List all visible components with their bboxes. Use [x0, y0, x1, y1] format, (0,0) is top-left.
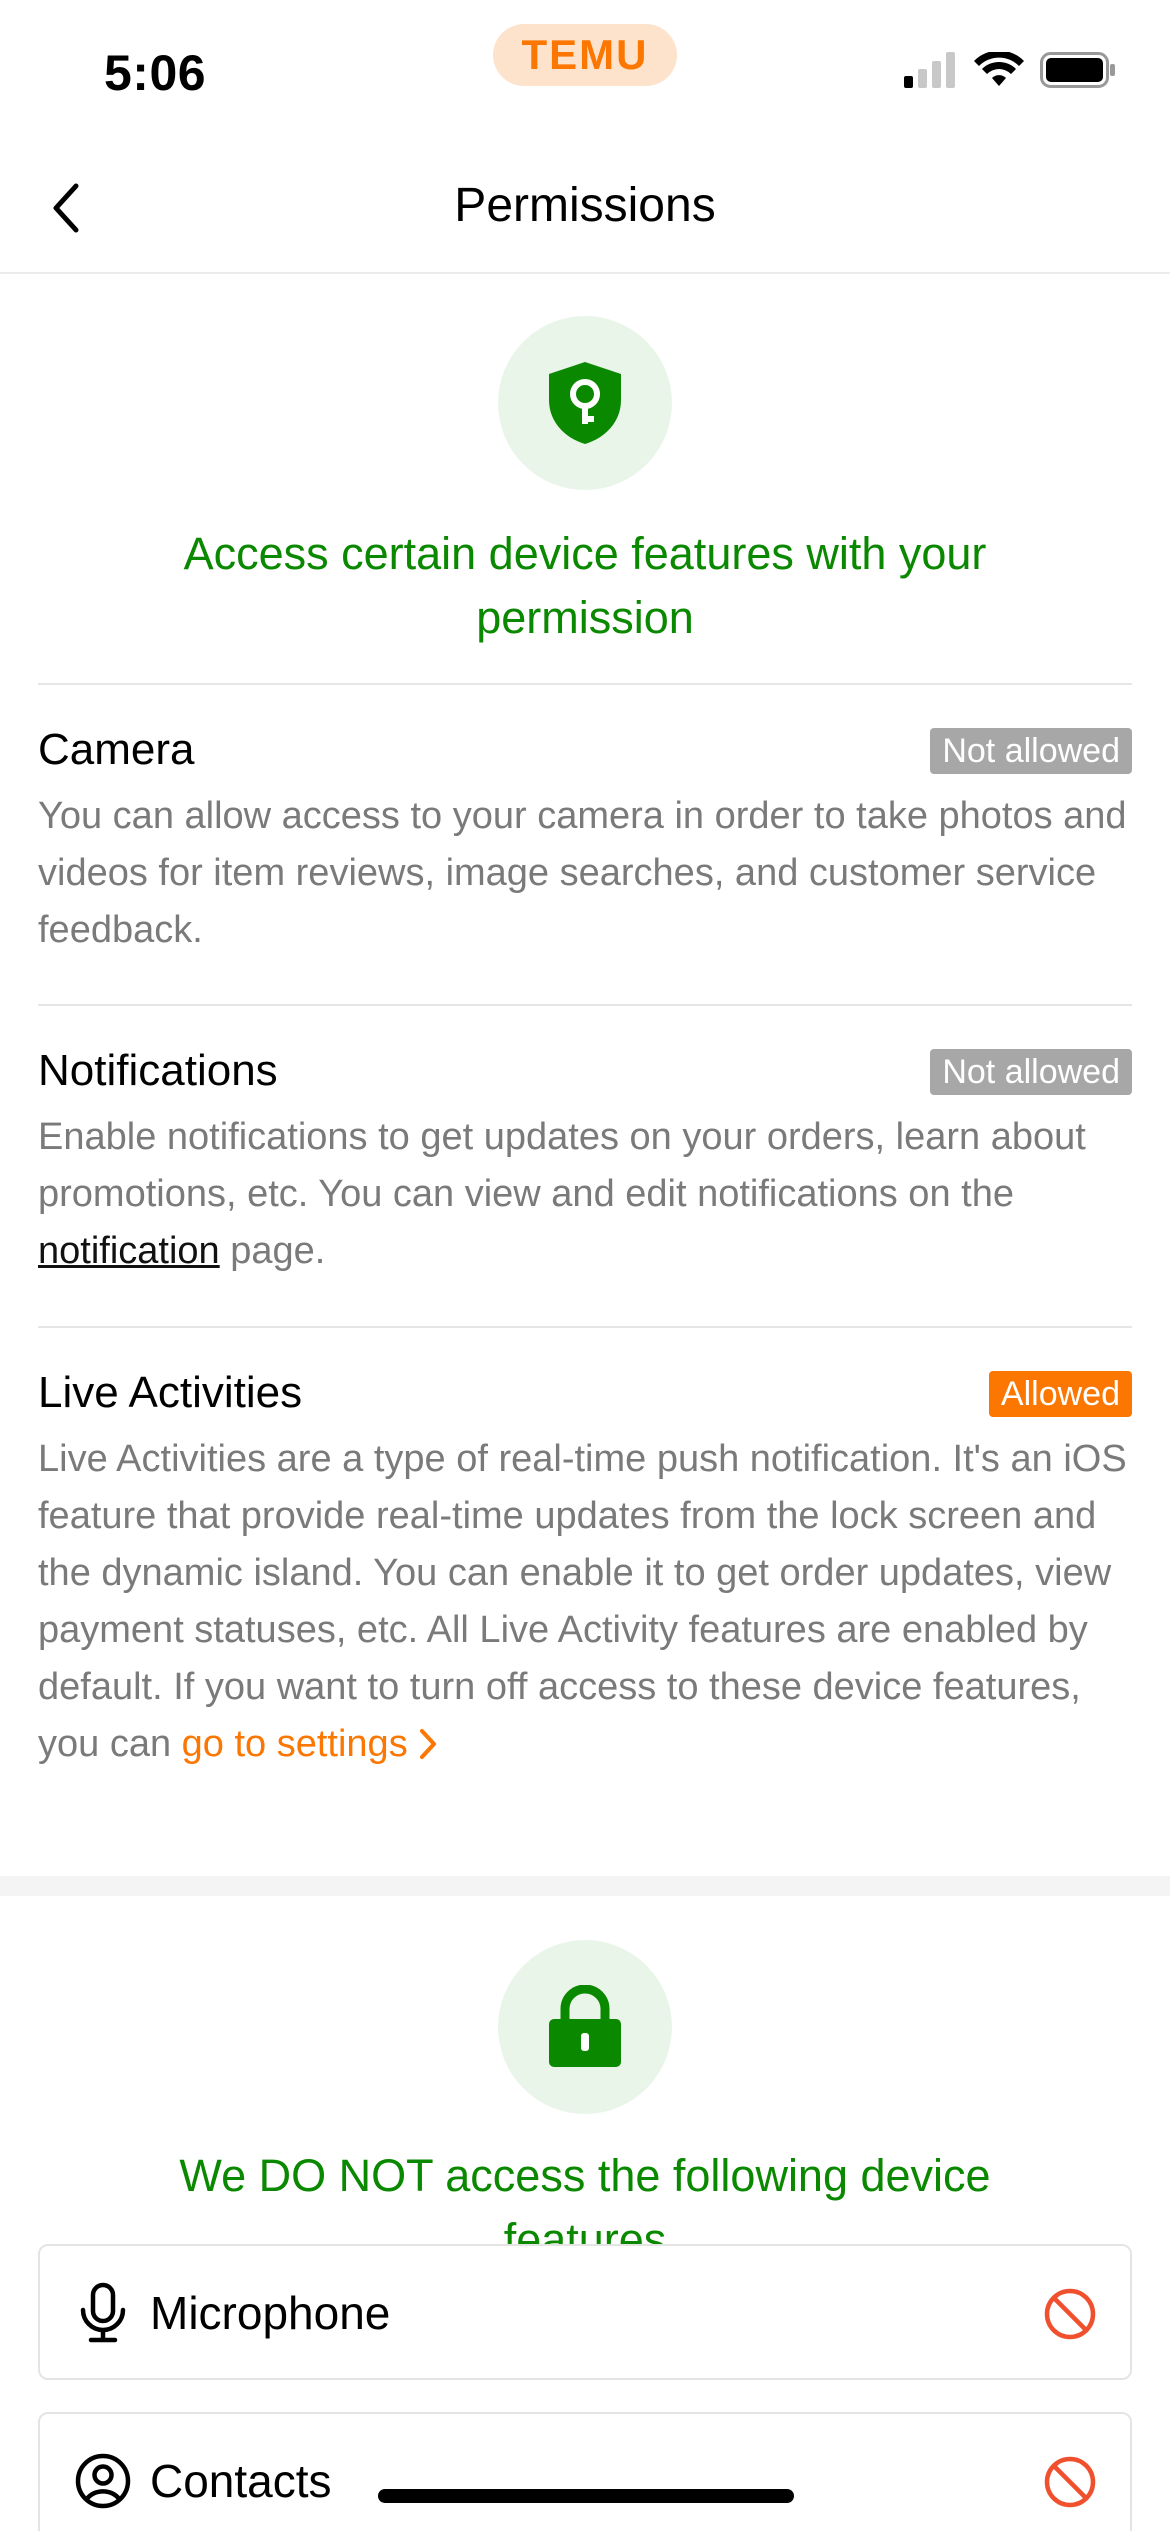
divider — [38, 1326, 1132, 1328]
home-indicator[interactable] — [378, 2489, 794, 2503]
permission-description: Live Activities are a type of real-time … — [38, 1431, 1132, 1773]
description-text: Enable notifications to get updates on y… — [38, 1116, 1086, 1215]
permission-description: Enable notifications to get updates on y… — [38, 1109, 1132, 1280]
status-badge: Not allowed — [930, 1049, 1132, 1095]
permission-camera: Camera Not allowed You can allow access … — [38, 722, 1132, 959]
microphone-icon — [70, 2280, 136, 2346]
temu-app-badge[interactable]: TEMU — [493, 24, 677, 86]
battery-icon — [1040, 52, 1115, 88]
status-time: 5:06 — [104, 45, 207, 101]
contact-person-icon — [70, 2448, 136, 2514]
nav-bar: Permissions — [0, 140, 1170, 274]
go-to-settings-link[interactable]: go to settings — [182, 1723, 439, 1765]
wifi-icon — [974, 52, 1024, 86]
divider — [38, 1004, 1132, 1006]
lock-icon-circle — [498, 1940, 672, 2114]
permission-description: You can allow access to your camera in o… — [38, 795, 1127, 951]
prohibited-icon — [1040, 2284, 1100, 2344]
cellular-signal-icon — [904, 52, 955, 88]
status-badge: Not allowed — [930, 728, 1132, 774]
prohibited-icon — [1040, 2452, 1100, 2512]
shield-icon-circle — [498, 316, 672, 490]
description-text: Live Activities are a type of real-time … — [38, 1438, 1127, 1765]
feature-label: Contacts — [150, 2455, 332, 2507]
go-to-settings-label: go to settings — [181, 1723, 408, 1765]
section-separator — [0, 1876, 1170, 1896]
status-icons — [904, 52, 1116, 88]
permission-notifications: Notifications Not allowed Enable notific… — [38, 1043, 1132, 1280]
feature-contacts: Contacts — [38, 2412, 1132, 2531]
feature-microphone: Microphone — [38, 2244, 1132, 2380]
shield-key-icon — [549, 362, 621, 444]
permissions-screen: 5:06 TEMU Permissions Access certain dev… — [0, 0, 1170, 2531]
divider — [38, 683, 1132, 685]
feature-label: Microphone — [150, 2287, 391, 2339]
permission-title: Live Activities — [38, 1368, 303, 1417]
access-heading: Access certain device features with your… — [183, 528, 987, 643]
page-title: Permissions — [454, 179, 716, 232]
notification-page-link[interactable]: notification — [38, 1230, 220, 1272]
status-badge: Allowed — [988, 1371, 1132, 1417]
permission-live-activities: Live Activities Allowed Live Activities … — [38, 1365, 1132, 1773]
description-text: page. — [219, 1230, 326, 1272]
chevron-right-icon — [420, 1729, 437, 1759]
status-bar: 5:06 TEMU — [0, 0, 1170, 140]
lock-icon — [549, 1985, 621, 2067]
